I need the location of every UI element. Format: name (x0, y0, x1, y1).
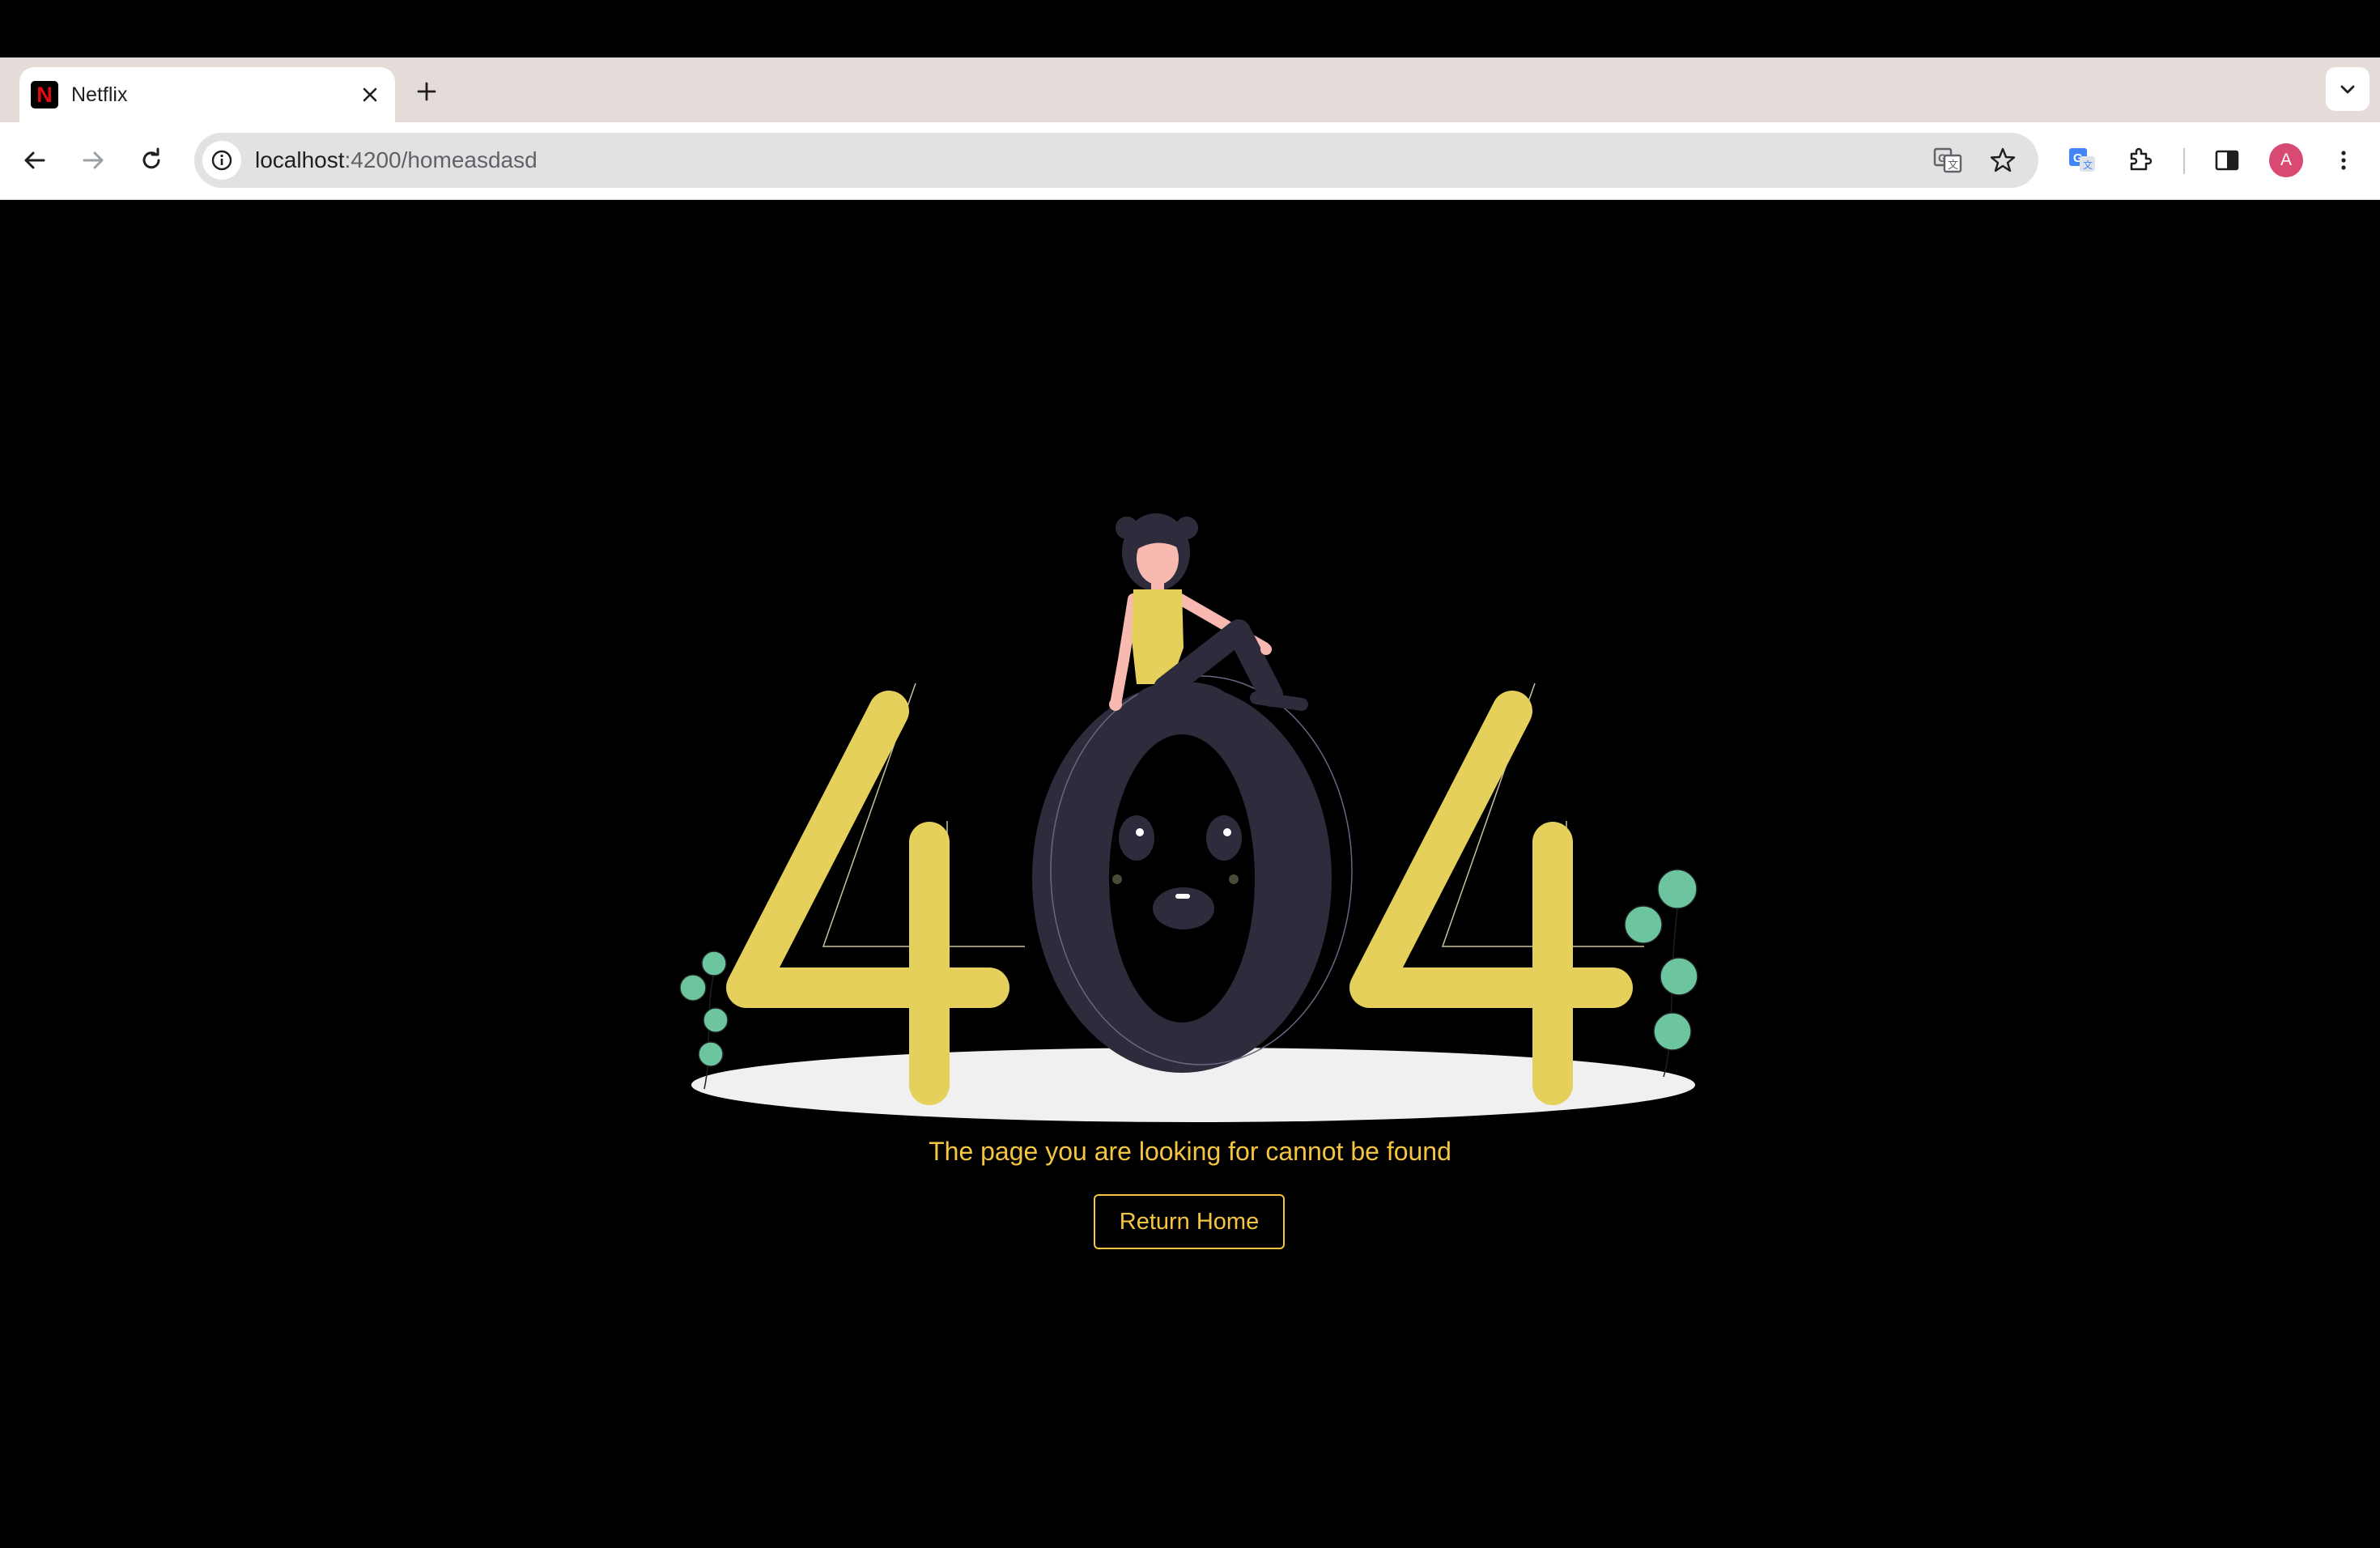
side-panel-icon[interactable] (2207, 140, 2247, 181)
address-bar[interactable]: localhost:4200/homeasdasd G文 (194, 133, 2038, 188)
tab-strip: N Netflix (0, 57, 2380, 122)
digit-four-left (726, 691, 1009, 1105)
tab-title: Netflix (71, 83, 128, 106)
plus-icon[interactable] (410, 75, 443, 108)
back-arrow-icon[interactable] (15, 140, 55, 181)
close-icon[interactable] (358, 83, 382, 107)
browser-tab[interactable]: N Netflix (19, 67, 395, 122)
chevron-down-icon[interactable] (2326, 67, 2369, 111)
forward-arrow-icon[interactable] (73, 140, 113, 181)
svg-text:文: 文 (2083, 159, 2093, 171)
digit-four-right (1349, 691, 1633, 1105)
reload-icon[interactable] (131, 140, 172, 181)
profile-avatar[interactable]: A (2269, 143, 2303, 177)
not-found-message: The page you are looking for cannot be f… (929, 1137, 1451, 1166)
extensions-puzzle-icon[interactable] (2120, 140, 2161, 181)
toolbar-divider (2183, 148, 2185, 174)
site-info-icon[interactable] (202, 141, 241, 180)
browser-toolbar: localhost:4200/homeasdasd G文 G文 A (0, 122, 2380, 200)
404-illustration (679, 513, 1698, 1122)
netflix-favicon-icon: N (31, 81, 58, 108)
right-plant-icon (1624, 869, 1698, 1078)
url-path: :4200/homeasdasd (344, 147, 538, 172)
translate-icon[interactable]: G文 (1928, 141, 1967, 180)
svg-text:文: 文 (1948, 159, 1958, 171)
url-host: localhost (255, 147, 345, 172)
return-home-button[interactable]: Return Home (1094, 1194, 1285, 1249)
url-text[interactable]: localhost:4200/homeasdasd (255, 133, 538, 188)
google-translate-extension-icon[interactable]: G文 (2062, 140, 2102, 181)
bookmark-star-icon[interactable] (1983, 141, 2022, 180)
more-menu-icon[interactable] (2323, 140, 2364, 181)
left-plant-icon (679, 950, 729, 1090)
girl-figure-icon (1109, 513, 1308, 714)
